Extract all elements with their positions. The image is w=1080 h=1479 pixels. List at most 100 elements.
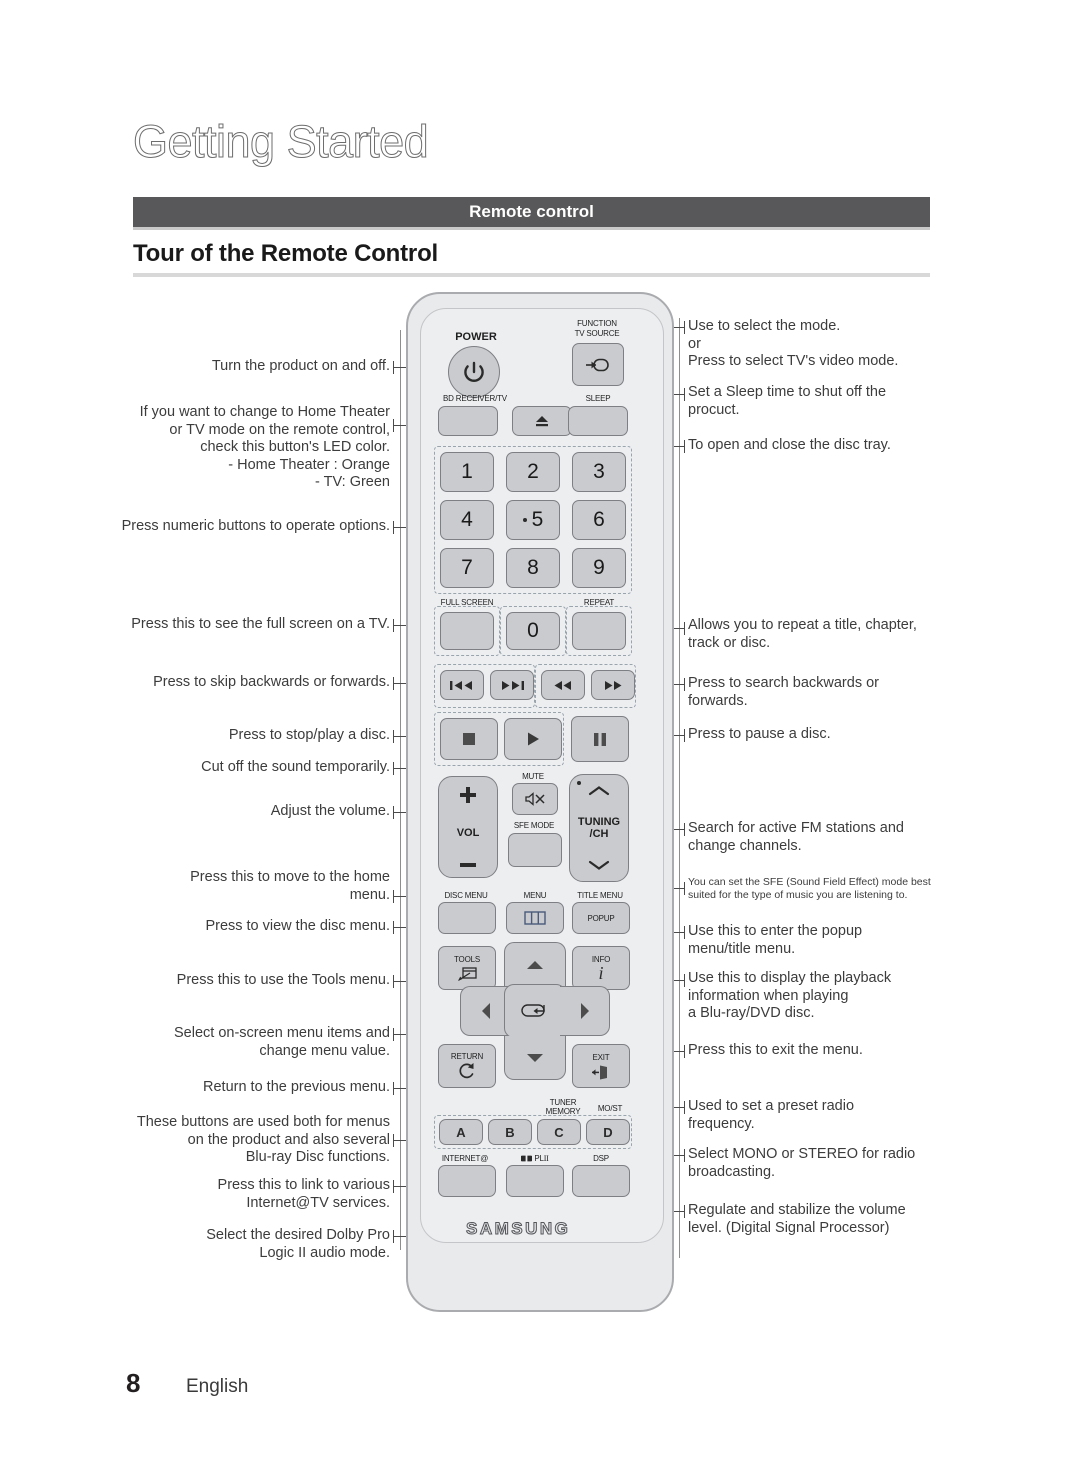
eject-button[interactable] — [512, 406, 572, 436]
title-menu-popup-button[interactable]: POPUP — [572, 902, 630, 934]
arrow-right-icon — [580, 1003, 589, 1019]
callout-pause: Press to pause a disc. — [688, 726, 831, 742]
numeric-key-1[interactable]: 1 — [440, 452, 494, 492]
numeric-key-9[interactable]: 9 — [572, 548, 626, 588]
power-button[interactable] — [448, 346, 500, 398]
sleep-button[interactable] — [568, 406, 628, 436]
title-menu-label: TITLE MENU — [577, 891, 623, 900]
full-screen-button[interactable] — [440, 612, 494, 650]
repeat-button[interactable] — [572, 612, 626, 650]
skip-forward-button[interactable] — [490, 670, 534, 700]
tick-dsp — [684, 1205, 685, 1218]
color-key-d-mo-st[interactable]: D — [586, 1119, 630, 1145]
dolby-pl-label: PL — [534, 1154, 544, 1163]
tick-popup — [684, 926, 685, 939]
eject-icon — [536, 416, 548, 427]
volume-label: VOL — [456, 827, 480, 839]
tick-home-menu — [393, 890, 394, 903]
exit-button[interactable]: EXIT — [572, 1044, 630, 1088]
sfe-mode-label: SFE MODE — [513, 821, 555, 830]
arrow-down-icon — [527, 1053, 543, 1062]
skip-backward-button[interactable] — [440, 670, 484, 700]
numeric-key-5-label: 5 — [531, 508, 544, 531]
function-tv-source-button[interactable] — [572, 343, 624, 386]
popup-label: POPUP — [587, 913, 615, 923]
callout-full-screen: Press this to see the full screen on a T… — [131, 616, 390, 632]
color-key-a[interactable]: A — [439, 1119, 483, 1145]
tuning-indicator-dot-icon — [577, 781, 581, 785]
tick-exit — [684, 1045, 685, 1058]
tuning-channel-rocker[interactable]: TUNING /CH — [569, 774, 629, 882]
tick-function — [684, 321, 685, 334]
numeric-key-5[interactable]: 5 — [506, 500, 560, 540]
rewind-icon — [554, 680, 571, 690]
disc-menu-button[interactable] — [438, 902, 496, 934]
leader-rail-left — [400, 330, 401, 1250]
return-button[interactable]: RETURN — [438, 1044, 496, 1088]
callout-sleep: Set a Sleep time to shut off the procuct… — [688, 384, 887, 418]
tick-mo-st — [684, 1149, 685, 1162]
callout-exit: Press this to exit the menu. — [688, 1042, 863, 1058]
dpad-enter-button[interactable] — [504, 984, 566, 1038]
skip-forward-icon — [502, 680, 524, 690]
tick-stop-play — [393, 730, 394, 743]
stop-button[interactable] — [440, 718, 498, 760]
numeric-key-2[interactable]: 2 — [506, 452, 560, 492]
callout-internet: Press this to link to various Internet@T… — [217, 1177, 390, 1211]
tick-skip — [393, 677, 394, 690]
numeric-key-0[interactable]: 0 — [506, 612, 560, 650]
dpad-up-button[interactable] — [504, 942, 566, 986]
tv-source-label: TV SOURCE — [574, 329, 620, 338]
callout-tuner-memory: Used to set a preset radio frequency. — [688, 1098, 855, 1132]
internet-label: INTERNET@ — [441, 1154, 489, 1163]
callout-sfe-mode: You can set the SFE (Sound Field Effect)… — [688, 876, 931, 901]
skip-backward-icon — [450, 680, 472, 690]
power-icon — [464, 361, 484, 382]
callout-home-menu: Press this to move to the home menu. — [190, 869, 390, 903]
callout-tools: Press this to use the Tools menu. — [176, 972, 390, 988]
callout-disc-menu: Press to view the disc menu. — [205, 918, 390, 934]
color-key-c-tuner-memory[interactable]: C — [537, 1119, 581, 1145]
section-header-label: Remote control — [469, 202, 594, 221]
internet-button[interactable] — [438, 1165, 496, 1197]
dsp-button[interactable] — [572, 1165, 630, 1197]
menu-button[interactable] — [506, 902, 564, 934]
return-arrow-icon — [459, 1063, 474, 1079]
dpad-down-button[interactable] — [504, 1036, 566, 1080]
numeric-key-7[interactable]: 7 — [440, 548, 494, 588]
info-button[interactable]: INFO i — [572, 946, 630, 990]
numeric-key-3-label: 3 — [593, 460, 605, 483]
rewind-button[interactable] — [541, 670, 585, 700]
pause-button[interactable] — [571, 716, 629, 762]
callout-dpad: Select on-screen menu items and change m… — [174, 1025, 390, 1059]
tick-internet — [393, 1180, 394, 1193]
fast-forward-button[interactable] — [591, 670, 635, 700]
play-button[interactable] — [504, 718, 562, 760]
dpad-right-button[interactable] — [560, 986, 610, 1036]
sfe-mode-button[interactable] — [508, 833, 562, 867]
color-key-a-label: A — [456, 1124, 466, 1140]
leader-rail-right — [679, 318, 680, 1258]
dolby-pro-logic-button[interactable] — [506, 1165, 564, 1197]
tools-button[interactable]: TOOLS — [438, 946, 496, 990]
volume-rocker[interactable]: VOL — [438, 776, 498, 878]
source-input-icon — [586, 358, 609, 371]
callout-skip: Press to skip backwards or forwards. — [153, 674, 390, 690]
tick-repeat — [684, 622, 685, 635]
tick-tuner-memory — [684, 1101, 685, 1114]
numeric-key-8[interactable]: 8 — [506, 548, 560, 588]
play-icon — [528, 732, 539, 746]
bd-receiver-tv-button[interactable] — [438, 406, 498, 436]
callout-mute: Cut off the sound temporarily. — [201, 759, 390, 775]
brand-logo: SAMSUNG — [465, 1219, 571, 1239]
stop-icon — [463, 733, 475, 745]
tuning-label: TUNING — [577, 815, 621, 828]
numeric-key-4[interactable]: 4 — [440, 500, 494, 540]
numeric-key-9-label: 9 — [593, 556, 605, 579]
tuning-down-icon — [588, 861, 610, 871]
color-key-b[interactable]: B — [488, 1119, 532, 1145]
dpad-left-button[interactable] — [460, 986, 510, 1036]
mute-button[interactable] — [512, 783, 558, 815]
numeric-key-3[interactable]: 3 — [572, 452, 626, 492]
numeric-key-6[interactable]: 6 — [572, 500, 626, 540]
